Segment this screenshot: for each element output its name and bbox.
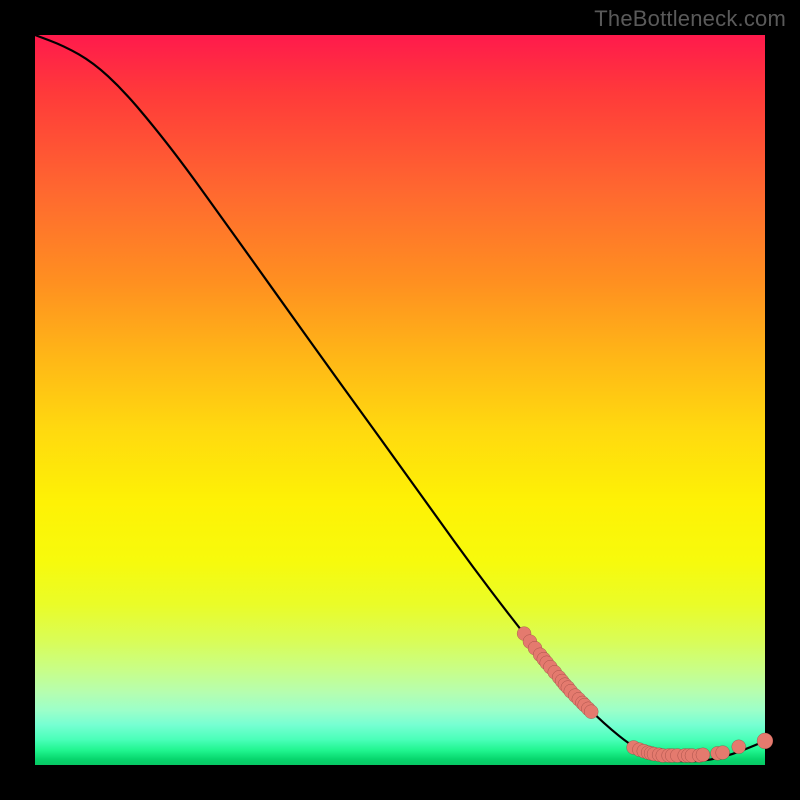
highlighted-points	[517, 627, 773, 763]
data-point	[732, 740, 746, 754]
watermark-text: TheBottleneck.com	[594, 6, 786, 32]
plot-svg	[35, 35, 765, 765]
data-point	[757, 733, 773, 749]
data-point	[696, 748, 710, 762]
data-point	[584, 705, 598, 719]
data-point	[716, 746, 730, 760]
plot-area	[35, 35, 765, 765]
bottleneck-curve	[35, 35, 765, 761]
chart-stage: TheBottleneck.com	[0, 0, 800, 800]
